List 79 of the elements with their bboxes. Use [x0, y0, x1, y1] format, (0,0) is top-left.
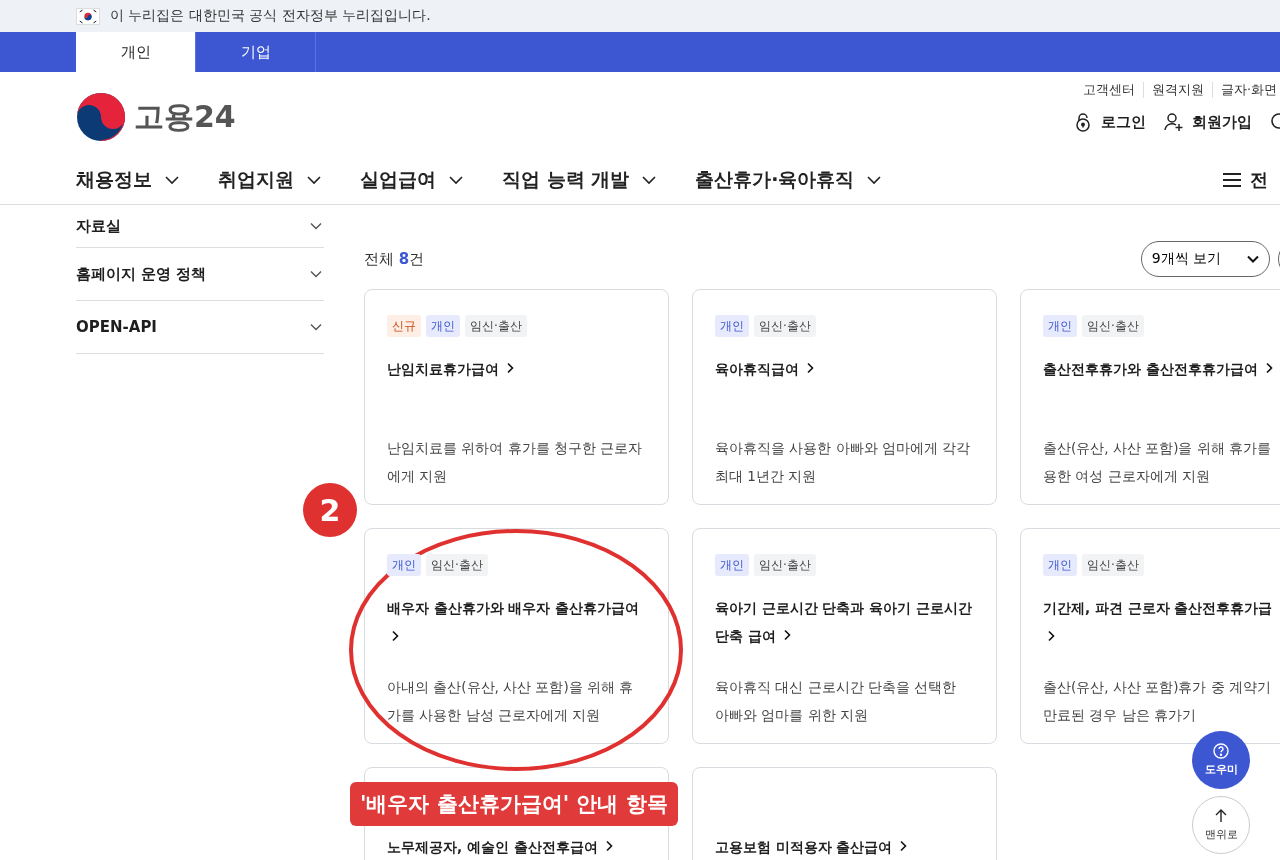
card-title[interactable]: 고용보험 미적용자 출산급여 — [715, 833, 908, 860]
tag: 개인 — [715, 554, 749, 576]
search-icon[interactable] — [1270, 112, 1280, 132]
lock-icon[interactable] — [1073, 112, 1093, 132]
flag-icon — [76, 7, 100, 25]
benefit-card[interactable]: 고용보험 미적용자 출산급여 — [692, 767, 997, 860]
annotation-number: 2 — [303, 483, 357, 537]
annotation-tooltip: '배우자 출산휴가급여' 안내 항목 — [350, 782, 678, 826]
benefit-card[interactable]: 개인 임신·출산 육아휴직급여 육아휴직을 사용한 아빠와 엄마에게 각각 최대 1년간 지원 — [692, 289, 997, 505]
benefit-card[interactable]: 개인 임신·출산 배우자 출산휴가와 배우자 출산휴가급여 아내의 출산(유산, 사산 포함)을 위해 휴 가를 사용한 남성 근로자에게 지원 — [364, 528, 669, 744]
tag: 임신·출산 — [426, 554, 488, 576]
tag: 개인 — [387, 554, 421, 576]
tag: 신규 — [387, 315, 421, 337]
nav-menu-item[interactable]: 채용정보 — [76, 167, 180, 193]
help-icon[interactable] — [1213, 743, 1229, 759]
card-title[interactable]: 육아휴직급여 — [715, 355, 814, 383]
sidebar-item[interactable]: 자료실 — [76, 205, 324, 248]
user-plus-icon[interactable] — [1164, 112, 1184, 132]
card-title[interactable]: 기간제, 파견 근로자 출산전후휴가급 — [1043, 594, 1273, 642]
chevron-right-icon[interactable] — [899, 840, 908, 852]
back-to-top-button[interactable]: 맨위로 — [1192, 796, 1250, 854]
tag: 임신·출산 — [1082, 554, 1144, 576]
tag: 임신·출산 — [754, 315, 816, 337]
card-description: 육아휴직 대신 근로시간 단축을 선택한 아빠와 엄마를 위한 지원 — [715, 678, 957, 725]
utility-link[interactable]: 원격지원 — [1143, 82, 1212, 98]
tag: 임신·출산 — [1082, 315, 1144, 337]
card-title[interactable]: 난임치료휴가급여 — [387, 355, 514, 383]
card-title[interactable]: 배우자 출산휴가와 배우자 출산휴가급여 — [387, 594, 640, 642]
logo-emblem-icon — [76, 92, 126, 142]
sidebar-item[interactable]: OPEN-API — [76, 301, 324, 354]
help-button[interactable]: 도우미 — [1192, 731, 1250, 789]
utility-link[interactable]: 고객센터 — [1075, 82, 1143, 98]
arrow-up-icon[interactable] — [1215, 808, 1227, 823]
account-link[interactable]: 회원가입 — [1164, 112, 1252, 132]
result-count: 전체 8건 — [364, 249, 425, 269]
nav-menu-item[interactable]: 출산휴가·육아휴직 — [695, 167, 883, 193]
sidebar-item[interactable]: 홈페이지 운영 정책 — [76, 248, 324, 301]
logo-text[interactable]: 고용24 — [134, 96, 236, 138]
chevron-down-icon[interactable] — [866, 175, 883, 185]
nav-menu-item[interactable]: 취업지원 — [218, 167, 322, 193]
chevron-down-icon[interactable] — [1247, 255, 1259, 263]
benefit-card[interactable]: 개인 임신·출산 육아기 근로시간 단축과 육아기 근로시간 단축 급여 육아휴직 대신 근로시간 단축을 선택한 아빠와 엄마를 위한 지원 — [692, 528, 997, 744]
tag: 개인 — [715, 315, 749, 337]
card-title[interactable]: 노무제공자, 예술인 출산전후급여 — [387, 833, 613, 860]
nav-menu-item[interactable]: 직업 능력 개발 — [502, 167, 658, 193]
benefit-card[interactable]: 개인 임신·출산 출산전후휴가와 출산전후휴가급여 출산(유산, 사산 포함)을 위해 휴가를 용한 여성 근로자에게 지원 — [1020, 289, 1280, 505]
card-description: 육아휴직을 사용한 아빠와 엄마에게 각각 최대 1년간 지원 — [715, 439, 971, 486]
card-description: 난임치료를 위하여 휴가를 청구한 근로자 에게 지원 — [387, 439, 643, 486]
card-description: 아내의 출산(유산, 사산 포함)을 위해 휴 가를 사용한 남성 근로자에게 지원 — [387, 678, 634, 725]
card-description: 출산(유산, 사산 포함)을 위해 휴가를 용한 여성 근로자에게 지원 — [1043, 439, 1271, 486]
tag: 개인 — [1043, 554, 1077, 576]
chevron-right-icon[interactable] — [806, 362, 814, 374]
chevron-down-icon[interactable] — [641, 175, 658, 185]
chevron-right-icon[interactable] — [782, 629, 791, 641]
chevron-down-icon[interactable] — [164, 175, 180, 185]
user-type-tab[interactable]: 개인 — [76, 32, 196, 72]
all-menu-button[interactable]: 전 — [1222, 168, 1268, 192]
menu-icon[interactable] — [1222, 172, 1242, 188]
tag: 임신·출산 — [465, 315, 527, 337]
nav-menu-item[interactable]: 실업급여 — [360, 167, 464, 193]
card-title[interactable]: 출산전후휴가와 출산전후휴가급여 — [1043, 355, 1273, 383]
chevron-down-icon[interactable] — [448, 175, 464, 185]
gov-banner-text: 이 누리집은 대한민국 공식 전자정부 누리집입니다. — [110, 7, 431, 25]
chevron-right-icon[interactable] — [1047, 630, 1055, 642]
tag: 임신·출산 — [754, 554, 816, 576]
account-link[interactable]: 로그인 — [1073, 112, 1146, 132]
chevron-right-icon[interactable] — [391, 630, 399, 642]
user-type-tab[interactable]: 기업 — [196, 32, 316, 72]
tag: 개인 — [1043, 315, 1077, 337]
benefit-card[interactable]: 신규 개인 임신·출산 난임치료휴가급여 난임치료를 위하여 휴가를 청구한 근로자 에게 지원 — [364, 289, 669, 505]
card-description: 출산(유산, 사산 포함)휴가 중 계약기 만료된 경우 남은 휴가기 — [1043, 678, 1271, 725]
page-size-select[interactable]: 9개씩 보기 — [1140, 241, 1270, 277]
tag: 개인 — [426, 315, 460, 337]
card-title[interactable]: 육아기 근로시간 단축과 육아기 근로시간 단축 급여 — [715, 594, 972, 650]
utility-link[interactable]: 글자·화면 — [1212, 82, 1280, 98]
chevron-right-icon[interactable] — [1264, 362, 1273, 374]
chevron-down-icon[interactable] — [306, 175, 322, 185]
chevron-right-icon[interactable] — [604, 840, 613, 852]
chevron-right-icon[interactable] — [506, 362, 514, 374]
